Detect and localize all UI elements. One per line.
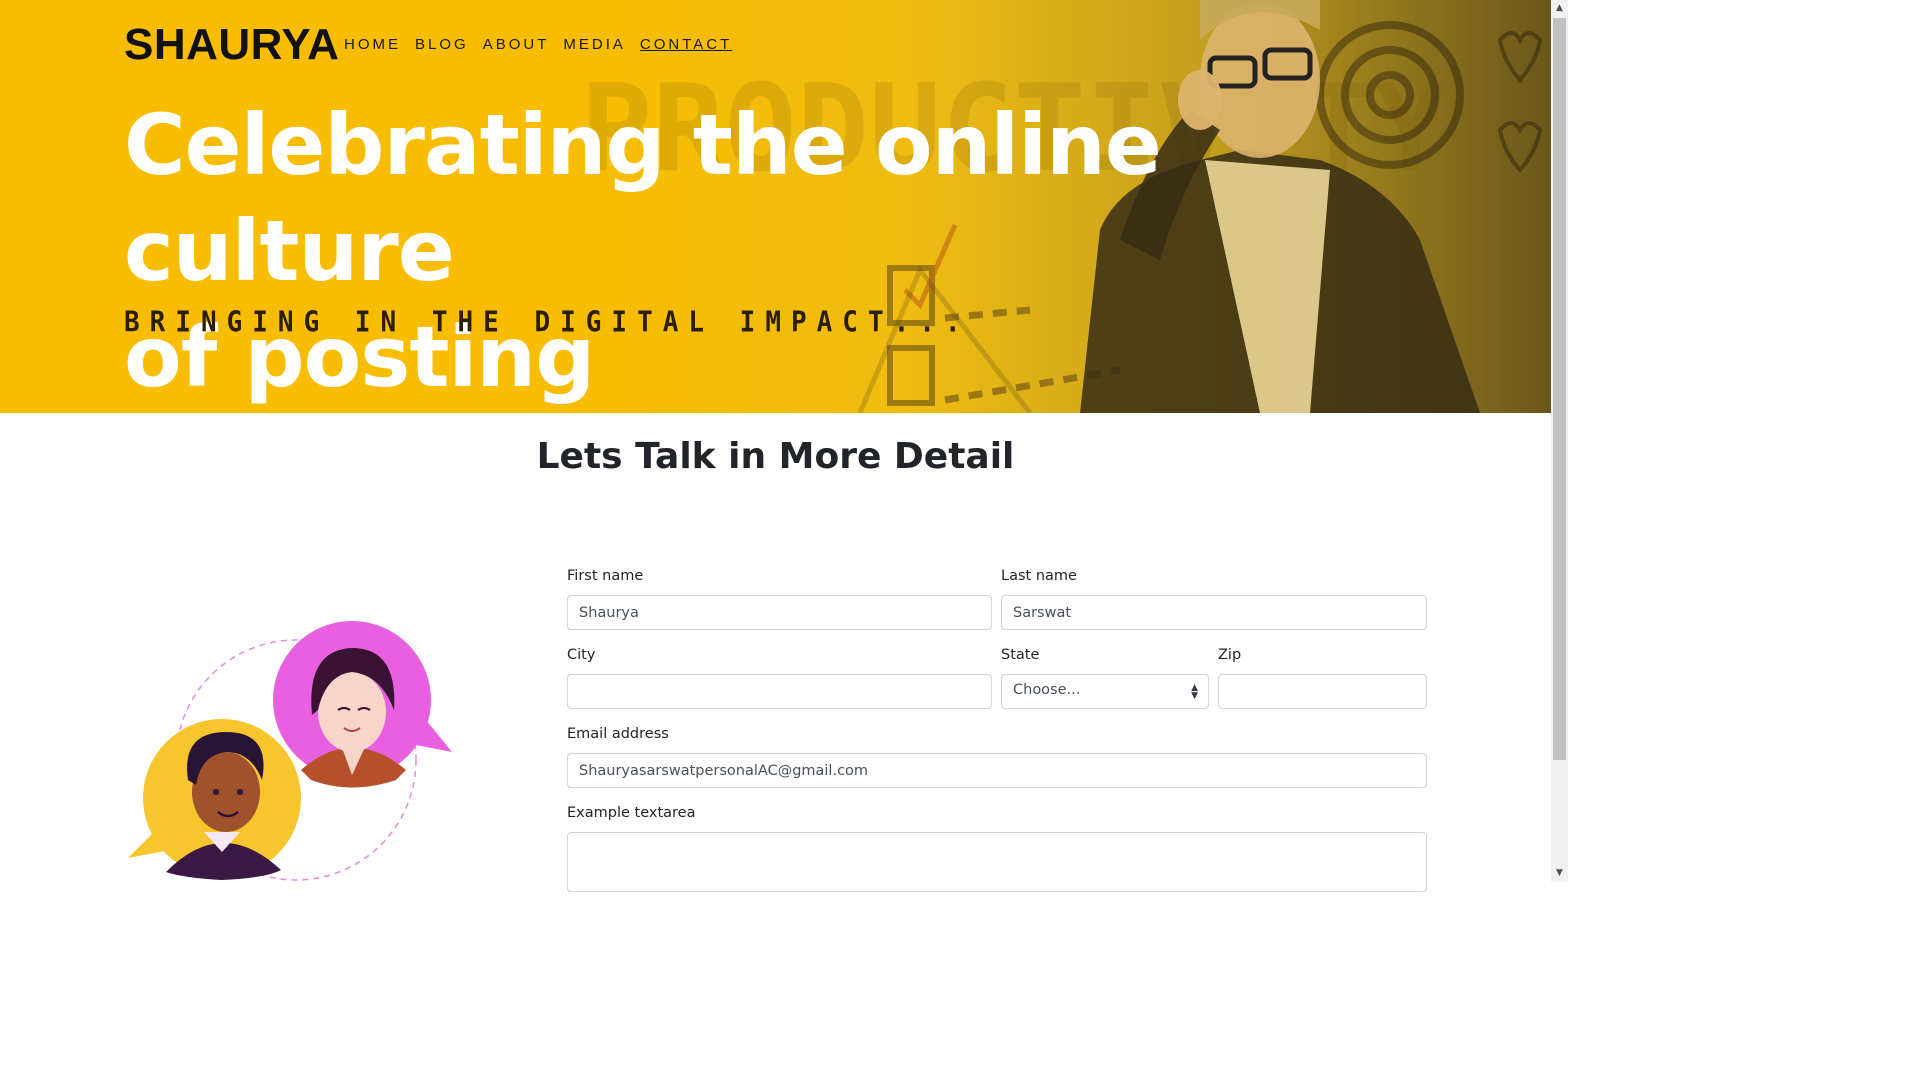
scroll-up-icon[interactable]: ▲ <box>1551 0 1568 17</box>
main-nav: HOME BLOG ABOUT MEDIA CONTACT <box>344 36 746 53</box>
email-input[interactable] <box>567 753 1427 788</box>
city-label: City <box>567 647 596 663</box>
nav-about[interactable]: ABOUT <box>483 36 550 53</box>
state-label: State <box>1001 647 1040 663</box>
hero-headline: Celebrating the online culture of postin… <box>124 92 1424 410</box>
nav-media[interactable]: MEDIA <box>563 36 626 53</box>
last-name-label: Last name <box>1001 568 1077 584</box>
hero-banner: PRODUCTIVITY SHAURYA HOME BLOG ABOUT MED… <box>0 0 1551 413</box>
brand-logo[interactable]: SHAURYA <box>124 20 339 70</box>
state-select[interactable]: Choose... ▲ ▼ <box>1001 674 1209 709</box>
zip-label: Zip <box>1218 647 1242 663</box>
example-textarea[interactable] <box>567 832 1427 892</box>
select-caret-icon: ▲ ▼ <box>1191 683 1198 701</box>
heart-sketch-2 <box>1497 121 1543 174</box>
hero-tagline: BRINGING IN THE DIGITAL IMPACT... <box>124 306 971 339</box>
city-input[interactable] <box>567 674 992 709</box>
chat-illustration <box>128 621 452 881</box>
email-label: Email address <box>567 726 669 742</box>
scroll-thumb[interactable] <box>1553 18 1566 760</box>
heart-sketch-1 <box>1497 31 1543 84</box>
first-name-label: First name <box>567 568 644 584</box>
page-scrollbar[interactable]: ▲ ▼ <box>1551 0 1568 882</box>
first-name-input[interactable] <box>567 595 992 630</box>
scroll-down-icon[interactable]: ▼ <box>1551 865 1568 882</box>
section-title: Lets Talk in More Detail <box>536 436 1015 477</box>
nav-contact[interactable]: CONTACT <box>640 36 732 53</box>
last-name-input[interactable] <box>1001 595 1427 630</box>
man-eye-left <box>213 789 219 795</box>
nav-blog[interactable]: BLOG <box>415 36 469 53</box>
hero-headline-line-1: Celebrating the online culture <box>124 96 1162 300</box>
man-eye-right <box>237 789 243 795</box>
nav-home[interactable]: HOME <box>344 36 401 53</box>
zip-input[interactable] <box>1218 674 1427 709</box>
state-select-value: Choose... <box>1013 682 1081 698</box>
textarea-label: Example textarea <box>567 805 696 821</box>
